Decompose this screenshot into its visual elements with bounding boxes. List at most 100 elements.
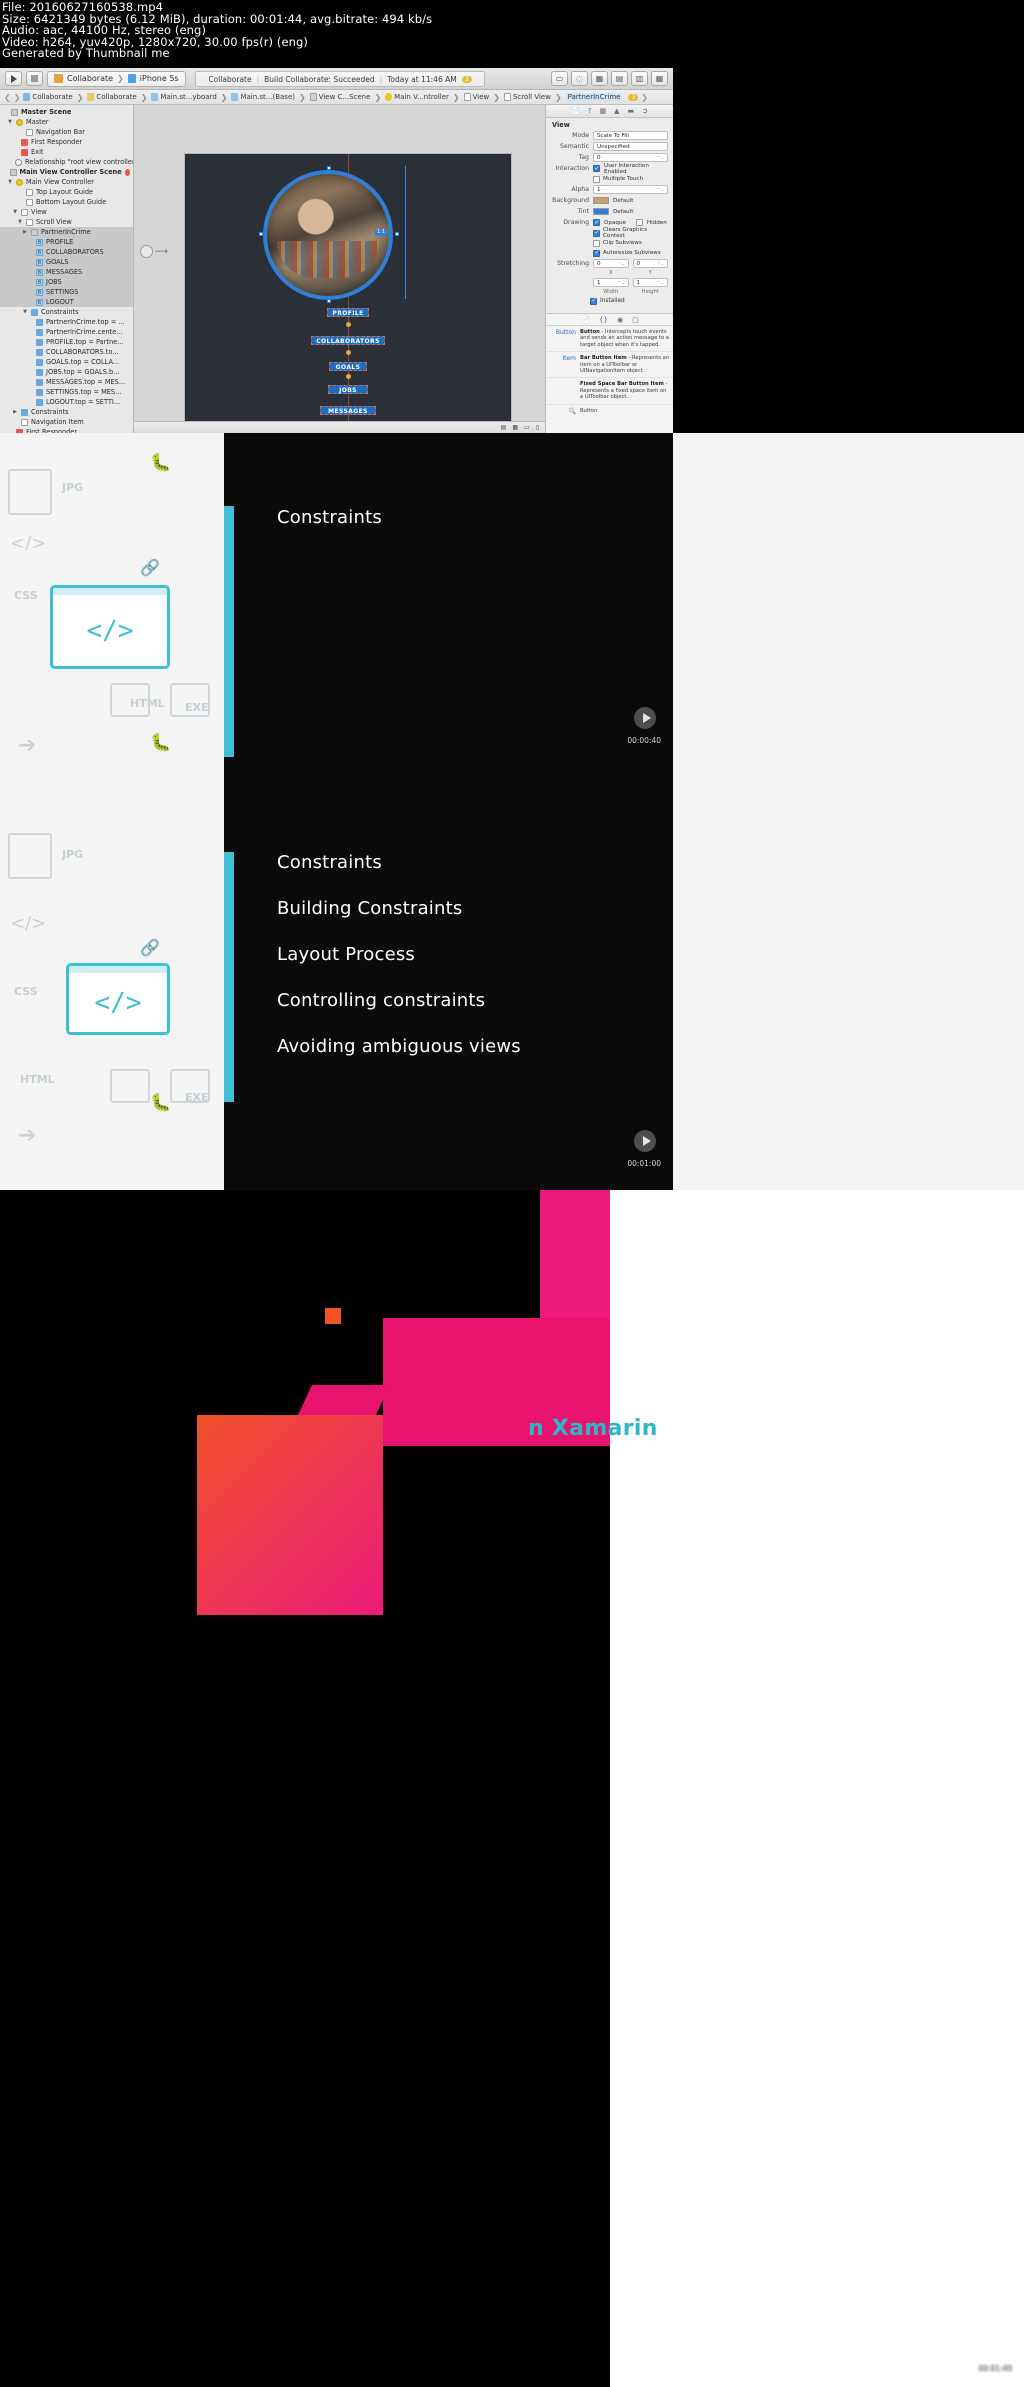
- navigator-row[interactable]: ▼ Constraints: [0, 307, 133, 317]
- navigator-row[interactable]: Main View Controller Scene: [0, 167, 133, 177]
- navigator-row[interactable]: PartnerInCrime.cente...: [0, 327, 133, 337]
- selection-handle-top[interactable]: [327, 166, 331, 170]
- checkbox-installed[interactable]: [590, 297, 597, 305]
- tab-file-inspector[interactable]: 📄: [571, 107, 580, 115]
- library-filter-row[interactable]: 🔍 Button: [546, 405, 673, 418]
- inspector-field-semantic[interactable]: Unspecified: [593, 142, 668, 151]
- inspector-row-alpha[interactable]: Alpha 1: [546, 184, 673, 195]
- tab-code-snippet-library[interactable]: {}: [599, 316, 608, 324]
- view-controller-scene[interactable]: 1:1 PROFILE COLLABORATORS GOALS JOBS MES…: [184, 153, 512, 433]
- object-library[interactable]: 📄 {} ◉ ▢ Button Button - Intercepts touc…: [546, 313, 673, 433]
- checkbox-user-interaction[interactable]: [593, 165, 600, 172]
- play-overlay-3[interactable]: [985, 2335, 1007, 2357]
- navigator-row[interactable]: ▼ View: [0, 207, 133, 217]
- constraint-dot-2[interactable]: [346, 374, 351, 379]
- partner-in-crime-image[interactable]: [263, 170, 393, 300]
- navigator-row[interactable]: GOALS.top = COLLA...: [0, 357, 133, 367]
- navigator-row[interactable]: B MESSAGES: [0, 267, 133, 277]
- tab-identity-inspector[interactable]: ▦: [599, 107, 606, 115]
- inspector-row-tint[interactable]: Tint Default: [546, 206, 673, 217]
- library-item-fixed-space[interactable]: Fixed Space Bar Button Item - Represents…: [546, 378, 673, 405]
- navigator-row[interactable]: ▼ Master: [0, 117, 133, 127]
- checkbox-autoresize-subviews[interactable]: [593, 249, 600, 257]
- breadcrumb-item-6[interactable]: View: [463, 93, 489, 101]
- navigator-row[interactable]: ▶ Constraints: [0, 407, 133, 417]
- checkbox-clears-graphics-context[interactable]: [593, 229, 600, 237]
- editor-standard-button[interactable]: ▭: [551, 71, 568, 86]
- storyboard-canvas[interactable]: ⟶ 1:1 PROFILE COLLABORATORS GOALS JOBS M…: [134, 105, 545, 433]
- library-tab-strip[interactable]: 📄 {} ◉ ▢: [546, 314, 673, 326]
- navigator-row[interactable]: B SETTINGS: [0, 287, 133, 297]
- tab-file-template-library[interactable]: 📄: [581, 316, 590, 324]
- navigator-row[interactable]: B COLLABORATORS: [0, 247, 133, 257]
- aspect-ratio-chip[interactable]: 1:1: [375, 229, 388, 236]
- canvas-resolve-icon[interactable]: ▭: [524, 424, 530, 431]
- checkbox-opaque[interactable]: [593, 219, 600, 226]
- scheme-selector[interactable]: Collaborate ❯ iPhone 5s: [47, 70, 186, 87]
- tab-size-inspector[interactable]: ▬: [627, 107, 634, 115]
- navigator-row[interactable]: B LOGOUT: [0, 297, 133, 307]
- inspector-row-semantic[interactable]: Semantic Unspecified: [546, 141, 673, 152]
- stop-button[interactable]: [26, 71, 43, 86]
- play-overlay-1[interactable]: [634, 707, 656, 729]
- navigator-row[interactable]: LOGOUT.top = SETTI...: [0, 397, 133, 407]
- toggle-navigator-button[interactable]: ▤: [611, 71, 628, 86]
- editor-version-button[interactable]: ▦: [591, 71, 608, 86]
- navigator-row[interactable]: B PROFILE: [0, 237, 133, 247]
- attributes-inspector[interactable]: 📄 ? ▦ ▲ ▬ ➲ View Mode Scale To Fill Sema…: [545, 105, 673, 433]
- warning-badge[interactable]: 3: [461, 75, 472, 83]
- editor-assistant-button[interactable]: ◌: [571, 71, 588, 86]
- inspector-field-tag[interactable]: 0: [593, 153, 668, 162]
- inspector-field-alpha[interactable]: 1: [593, 185, 668, 194]
- inspector-field-stretch-y[interactable]: 0: [632, 259, 668, 268]
- inspector-tab-strip[interactable]: 📄 ? ▦ ▲ ▬ ➲: [546, 105, 673, 118]
- navigator-row[interactable]: Bottom Layout Guide: [0, 197, 133, 207]
- tab-quick-help[interactable]: ?: [588, 107, 592, 115]
- breadcrumb-item-5[interactable]: Main V...ntroller: [385, 93, 449, 101]
- breadcrumb-item-2[interactable]: Main.st...yboard: [151, 93, 217, 101]
- breadcrumb-item-3[interactable]: Main.st...(Base): [231, 93, 295, 101]
- canvas-align-icon[interactable]: ▤: [501, 424, 507, 431]
- breadcrumb-item-4[interactable]: View C...Scene: [309, 93, 370, 101]
- navigator-row[interactable]: Top Layout Guide: [0, 187, 133, 197]
- navigator-row[interactable]: B JOBS: [0, 277, 133, 287]
- breadcrumb-warning-badge[interactable]: 3: [628, 93, 639, 101]
- library-item-bar-button[interactable]: Item Bar Button Item - Represents an ite…: [546, 352, 673, 379]
- breadcrumb-item-1[interactable]: Collaborate: [87, 93, 137, 101]
- navigator-row[interactable]: Exit: [0, 147, 133, 157]
- run-button[interactable]: [5, 71, 22, 86]
- canvas-pin-icon[interactable]: ▦: [512, 424, 518, 431]
- tab-object-library[interactable]: ◉: [617, 316, 623, 324]
- inspector-row-tag[interactable]: Tag 0: [546, 152, 673, 163]
- navigator-row[interactable]: COLLABORATORS.to...: [0, 347, 133, 357]
- navigator-row[interactable]: B GOALS: [0, 257, 133, 267]
- selection-handle-bottom[interactable]: [327, 299, 331, 303]
- inspector-field-stretch-x[interactable]: 0: [593, 259, 629, 268]
- breadcrumb-item-0[interactable]: Collaborate: [23, 93, 73, 101]
- canvas-button-profile[interactable]: PROFILE: [327, 308, 369, 317]
- checkbox-clip-subviews[interactable]: [593, 239, 600, 247]
- inspector-field-mode[interactable]: Scale To Fill: [593, 131, 668, 140]
- library-filter-value[interactable]: Button: [580, 408, 597, 415]
- constraint-dot-0[interactable]: [346, 322, 351, 327]
- breadcrumb-item-7[interactable]: Scroll View: [503, 93, 551, 101]
- navigator-row[interactable]: Navigation Bar: [0, 127, 133, 137]
- inspector-field-stretch-width[interactable]: 1: [593, 278, 629, 287]
- tint-color-swatch[interactable]: [593, 208, 609, 215]
- disclosure-triangle-icon[interactable]: ▼: [22, 309, 28, 315]
- nav-back-button[interactable]: ❮: [4, 93, 11, 102]
- canvas-button-messages[interactable]: MESSAGES: [320, 406, 376, 415]
- play-overlay-2[interactable]: [634, 1130, 656, 1152]
- navigator-row[interactable]: ▼ Scroll View: [0, 217, 133, 227]
- disclosure-triangle-icon[interactable]: ▼: [7, 119, 13, 125]
- inspector-row-background[interactable]: Background Default: [546, 195, 673, 206]
- disclosure-triangle-icon[interactable]: ▼: [12, 209, 18, 215]
- navigator-row[interactable]: SETTINGS.top = MES...: [0, 387, 133, 397]
- library-item-button[interactable]: Button Button - Intercepts touch events …: [546, 326, 673, 353]
- navigator-row[interactable]: PROFILE.top = Partne...: [0, 337, 133, 347]
- tab-attributes-inspector[interactable]: ▲: [614, 107, 619, 115]
- navigator-row[interactable]: PartnerInCrime.top = ...: [0, 317, 133, 327]
- document-outline-navigator[interactable]: Master Scene ▼ Master Navigation Bar First R…: [0, 105, 134, 433]
- inspector-field-stretch-height[interactable]: 1: [632, 278, 668, 287]
- navigator-row[interactable]: JOBS.top = GOALS.b...: [0, 367, 133, 377]
